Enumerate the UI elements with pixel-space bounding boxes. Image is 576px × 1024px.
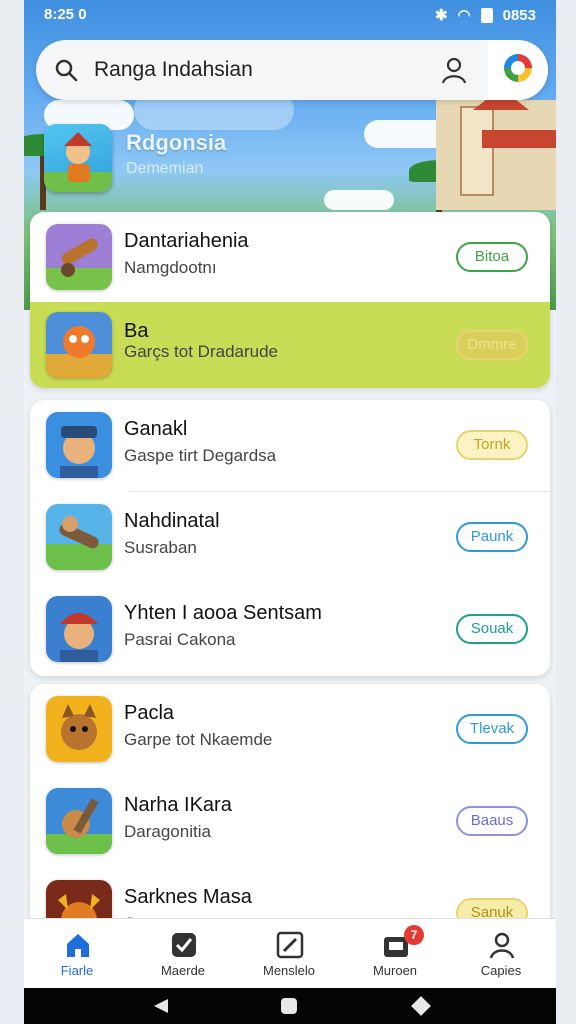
nav-label: Capies [480,963,522,978]
home-button-icon[interactable] [281,998,297,1014]
list-item[interactable]: Nahdinatal Susraban Paunk [30,492,550,584]
app-title: Yhten I aooa Sentsam [124,602,322,624]
app-action-button[interactable]: Souak [456,614,528,644]
app-icon [46,696,112,762]
assistant-icon [504,54,532,82]
list-item[interactable]: Ba Garçs tot Dradarude Dmmre [30,302,550,388]
phone-screen: 8:25 0 ✱ ◠ 0853 Rdgonsia Dememian [24,0,556,1024]
app-title: Ba [124,320,149,342]
battery-level: 0853 [502,6,536,24]
battery-icon [480,7,493,23]
list-item[interactable]: Yhten I aooa Sentsam Pasrai Cakona Souak [30,584,550,676]
app-subtitle: Susraban [124,538,197,557]
featured-app-icon[interactable] [44,124,112,192]
app-subtitle: Pasrai Cakona [124,630,236,649]
app-action-button[interactable]: Baaus [456,806,528,836]
list-item[interactable]: Narha IKara Daragonitia Baaus [30,776,550,868]
nav-label: Maerde [160,963,206,978]
status-time: 8:25 0 [44,6,87,23]
featured-app-title: Rdgonsia [126,130,227,155]
app-title: Nahdinatal [124,510,220,532]
check-icon [172,933,196,957]
nav-item-home[interactable]: Fiarle [24,919,130,989]
app-title: Narha IKara [124,794,232,816]
app-subtitle: Garpe tot Nkaemde [124,730,273,749]
app-icon [46,788,112,854]
app-action-button[interactable]: Bitoa [456,242,528,272]
app-title: Sarknes Masa [124,886,252,908]
recents-icon[interactable] [411,996,431,1016]
app-subtitle: Gaspe tirt Degardsa [124,446,277,465]
app-icon [46,504,112,570]
search-icon [55,59,78,82]
app-action-button[interactable]: Tlevak [456,714,528,744]
assistant-button[interactable] [488,40,548,100]
edit-icon [276,931,304,959]
wifi-icon: ◠ [457,7,471,24]
profile-icon [489,932,515,959]
app-title: Ganakl [124,418,188,440]
app-title: Dantariahenia [124,230,249,252]
status-bar: 8:25 0 ✱ ◠ 0853 [24,0,556,30]
app-icon [46,596,112,662]
list-item[interactable]: Dantariahenia Namgdootnı Bitoa [30,212,550,302]
app-card: Ganakl Gaspe tirt Degardsa Tornk Nahdina… [30,400,550,676]
nav-item-menslelo[interactable]: Menslelo [236,919,342,989]
bluetooth-icon: ✱ [434,7,448,24]
nav-item-capies[interactable]: Capies [448,919,554,989]
app-title: Pacla [124,702,175,724]
account-icon[interactable] [440,56,468,84]
app-action-button[interactable]: Tornk [456,430,528,460]
nav-label: Muroen [372,963,418,978]
app-card: Dantariahenia Namgdootnı Bitoa Ba Garçs … [30,212,550,388]
featured-app-subtitle: Dememian [126,160,204,177]
app-subtitle: Namgdootnı [124,258,217,277]
nav-label: Menslelo [262,963,316,978]
app-action-button[interactable]: Paunk [456,522,528,552]
list-item[interactable]: Pacla Garpe tot Nkaemde Tlevak [30,684,550,776]
list-item[interactable]: Ganakl Gaspe tirt Degardsa Tornk [30,400,550,492]
notification-badge: 7 [404,925,424,945]
app-icon [46,224,112,290]
nav-label: Fiarle [60,963,94,978]
search-input[interactable] [94,54,414,86]
home-icon [67,934,89,957]
nav-item-maerde[interactable]: Maerde [130,919,236,989]
nav-item-muroen[interactable]: 7 Muroen [342,919,448,989]
search-bar[interactable] [36,40,548,100]
back-icon[interactable] [154,999,168,1013]
app-subtitle: Garçs tot Dradarude [124,342,279,361]
app-icon [46,412,112,478]
app-subtitle: Daragonitia [124,822,211,841]
app-action-button[interactable]: Dmmre [456,330,528,360]
system-nav-bar [24,988,556,1024]
bottom-nav: Fiarle Maerde Menslelo 7 Muroen Capies [24,918,556,988]
app-icon [46,312,112,378]
